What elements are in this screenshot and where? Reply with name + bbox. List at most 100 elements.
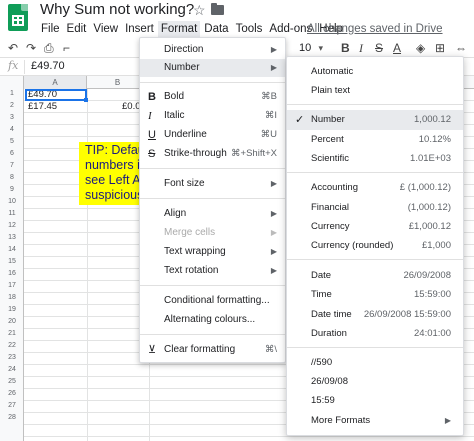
format-option-duration[interactable]: Duration 24:01:00	[287, 324, 463, 344]
format-option-automatic[interactable]: Automatic	[287, 62, 463, 82]
format-option-accounting[interactable]: Accounting £ (1,000.12)	[287, 178, 463, 198]
document-title[interactable]: Why Sum not working?	[40, 1, 194, 18]
row-header[interactable]: 22	[0, 342, 24, 349]
tip-line: see Left Ali	[85, 173, 141, 187]
format-example: 10.12%	[418, 134, 451, 145]
format-option-date-time[interactable]: Date time 26/09/2008 15:59:00	[287, 305, 463, 325]
menu-item-italic[interactable]: I Italic ⌘I	[140, 107, 285, 125]
menu-item-underline[interactable]: U Underline ⌘U	[140, 126, 285, 144]
format-option-label: Percent	[311, 134, 344, 145]
menu-data[interactable]: Data	[201, 21, 231, 37]
menu-item-text-rotation[interactable]: Text rotation ▶	[140, 262, 285, 280]
menu-item-align[interactable]: Align ▶	[140, 205, 285, 223]
row-header[interactable]: 7	[0, 162, 24, 169]
star-icon[interactable]: ☆	[193, 2, 206, 19]
formula-input[interactable]: £49.70	[31, 60, 65, 72]
menu-item-font-size[interactable]: Font size ▶	[140, 175, 285, 193]
tip-line: numbers is	[85, 158, 141, 172]
format-option-label: Currency	[311, 221, 350, 232]
menu-item-strikethrough[interactable]: S Strike-through ⌘+Shift+X	[140, 145, 285, 163]
print-icon[interactable]: ⎙	[44, 40, 54, 56]
row-header[interactable]: 24	[0, 366, 24, 373]
row-header[interactable]: 1	[0, 90, 24, 97]
menu-view[interactable]: View	[90, 21, 121, 37]
menu-item-conditional-formatting[interactable]: Conditional formatting...	[140, 292, 285, 310]
format-option-financial[interactable]: Financial (1,000.12)	[287, 198, 463, 218]
italic-icon[interactable]: I	[359, 40, 363, 56]
format-option-date[interactable]: Date 26/09/2008	[287, 266, 463, 286]
menu-item-bold[interactable]: B Bold ⌘B	[140, 88, 285, 106]
row-header[interactable]: 26	[0, 390, 24, 397]
format-option-number[interactable]: ✓ Number 1,000.12	[287, 110, 463, 130]
menu-item-direction[interactable]: Direction ▶	[140, 41, 285, 59]
undo-icon[interactable]: ↶	[8, 40, 18, 56]
menu-item-number[interactable]: Number ▶	[140, 59, 285, 77]
format-option-percent[interactable]: Percent 10.12%	[287, 130, 463, 150]
menu-item-clear-formatting[interactable]: ⊻ Clear formatting ⌘\	[140, 341, 285, 359]
row-header[interactable]: 19	[0, 306, 24, 313]
menu-item-label: Merge cells	[164, 227, 216, 238]
row-header[interactable]: 21	[0, 330, 24, 337]
menu-insert[interactable]: Insert	[122, 21, 157, 37]
row-header[interactable]: 15	[0, 258, 24, 265]
row-header[interactable]: 5	[0, 138, 24, 145]
font-size-select[interactable]: 10	[293, 40, 323, 56]
row-header[interactable]: 14	[0, 246, 24, 253]
format-option-time[interactable]: Time 15:59:00	[287, 285, 463, 305]
merge-icon[interactable]: ⇔	[455, 40, 467, 56]
row-header[interactable]: 4	[0, 126, 24, 133]
format-example: 26/09/2008	[403, 270, 451, 281]
strikethrough-icon[interactable]: S	[375, 40, 383, 56]
row-header[interactable]: 28	[0, 414, 24, 421]
row-header[interactable]: 16	[0, 270, 24, 277]
cell-a2[interactable]: £17.45	[28, 101, 57, 112]
row-header[interactable]: 20	[0, 318, 24, 325]
menu-separator	[140, 198, 285, 199]
menu-edit[interactable]: Edit	[64, 21, 90, 37]
row-header[interactable]: 8	[0, 174, 24, 181]
format-option-custom[interactable]: 15:59	[287, 391, 463, 411]
text-color-icon[interactable]: A	[393, 40, 401, 56]
format-option-custom[interactable]: //590	[287, 353, 463, 373]
format-option-plain-text[interactable]: Plain text	[287, 81, 463, 101]
row-header[interactable]: 3	[0, 114, 24, 121]
row-header[interactable]: 11	[0, 210, 24, 217]
row-header[interactable]: 23	[0, 354, 24, 361]
row-header[interactable]: 2	[0, 102, 24, 109]
format-option-scientific[interactable]: Scientific 1.01E+03	[287, 149, 463, 169]
menu-tools[interactable]: Tools	[233, 21, 266, 37]
format-option-label: More Formats	[311, 415, 371, 426]
format-option-custom[interactable]: 26/09/08	[287, 372, 463, 392]
row-header[interactable]: 12	[0, 222, 24, 229]
menu-format[interactable]: Format	[157, 21, 201, 37]
format-option-currency[interactable]: Currency £1,000.12	[287, 217, 463, 237]
format-option-more-formats[interactable]: More Formats ▶	[287, 411, 463, 431]
row-header[interactable]: 13	[0, 234, 24, 241]
column-header-a[interactable]: A	[24, 76, 87, 89]
row-header[interactable]: 27	[0, 402, 24, 409]
menu-item-label: Alternating colours...	[164, 314, 256, 325]
row-header[interactable]: 25	[0, 378, 24, 385]
row-header[interactable]: 9	[0, 186, 24, 193]
row-header[interactable]: 17	[0, 282, 24, 289]
cell-b2[interactable]: £0.0	[122, 101, 141, 112]
active-cell-selection[interactable]	[25, 89, 88, 102]
menu-item-alternating-colours[interactable]: Alternating colours...	[140, 311, 285, 329]
fill-color-icon[interactable]: ◈	[416, 40, 425, 56]
redo-icon[interactable]: ↷	[26, 40, 36, 56]
row-header[interactable]: 6	[0, 150, 24, 157]
row-header[interactable]: 10	[0, 198, 24, 205]
row-header[interactable]: 18	[0, 294, 24, 301]
menu-file[interactable]: File	[38, 21, 63, 37]
paint-format-icon[interactable]: ⌐	[63, 40, 70, 56]
borders-icon[interactable]: ⊞	[435, 40, 445, 56]
sheets-logo-icon[interactable]	[8, 4, 28, 31]
menu-item-text-wrapping[interactable]: Text wrapping ▶	[140, 243, 285, 261]
select-all-corner[interactable]	[0, 76, 24, 89]
tip-note[interactable]: TIP: Default numbers is see Left Ali sus…	[79, 142, 141, 205]
save-status-link[interactable]: All changes saved in Drive	[307, 21, 443, 37]
folder-icon[interactable]	[211, 3, 224, 15]
bold-icon[interactable]: B	[341, 40, 350, 56]
format-option-currency-rounded[interactable]: Currency (rounded) £1,000	[287, 236, 463, 256]
format-example: £1,000	[421, 240, 451, 251]
